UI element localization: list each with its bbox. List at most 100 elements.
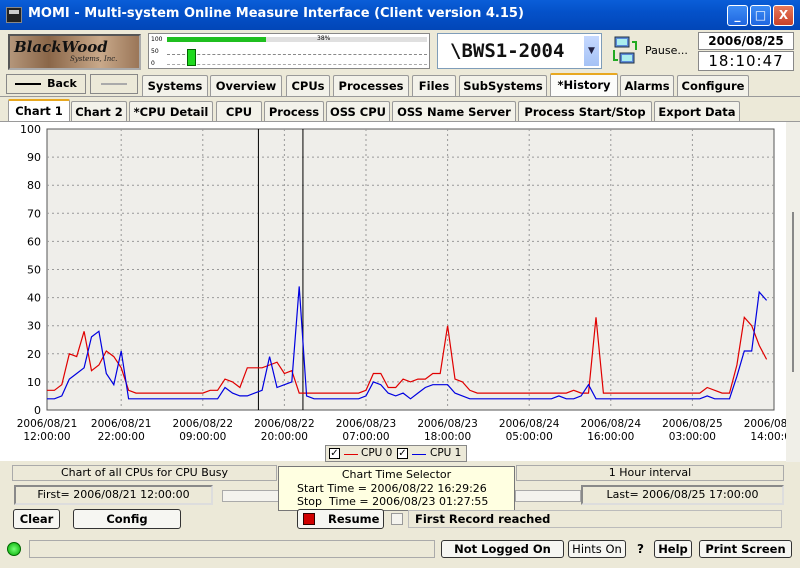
y-tick-label: 60 xyxy=(27,235,41,248)
resume-button[interactable]: Resume xyxy=(297,509,384,529)
back-label: Back xyxy=(47,77,77,90)
x-tick-label-time: 09:00:00 xyxy=(179,431,226,443)
gauge-tick-0: 0 xyxy=(151,60,155,67)
y-tick-label: 0 xyxy=(34,404,41,417)
gauge-cpu-bar xyxy=(187,49,196,66)
config-button[interactable]: Config xyxy=(73,509,181,529)
y-tick-label: 30 xyxy=(27,320,41,333)
subtab-cpu-detail[interactable]: *CPU Detail xyxy=(129,101,213,122)
first-record-checkbox[interactable] xyxy=(391,513,403,525)
x-tick-label-time: 22:00:00 xyxy=(98,431,145,443)
maximize-button[interactable]: □ xyxy=(750,5,771,26)
cpu1-checkbox[interactable]: ✓ xyxy=(397,448,408,459)
print-screen-button[interactable]: Print Screen xyxy=(699,540,792,558)
logo-name: BlackWood xyxy=(14,38,108,56)
hints-on-button[interactable]: Hints On xyxy=(568,540,626,558)
app-icon xyxy=(6,7,22,23)
x-tick-label-time: 14:00:00 xyxy=(750,431,786,443)
cpu-busy-chart[interactable]: 0102030405060708090100 2006/08/2112:00:0… xyxy=(0,121,786,461)
chart-time-selector-tooltip: Chart Time Selector Start Time = 2006/08… xyxy=(278,466,515,511)
computers-icon[interactable] xyxy=(612,36,638,66)
not-logged-on-button[interactable]: Not Logged On xyxy=(441,540,564,558)
y-tick-label: 80 xyxy=(27,179,41,192)
tab-overview[interactable]: Overview xyxy=(210,75,282,96)
question-icon[interactable]: ? xyxy=(637,542,644,556)
cpu0-legend-label: CPU 0 xyxy=(361,447,393,459)
status-bar: Not Logged On Hints On ? Help Print Scre… xyxy=(0,538,800,568)
y-tick-label: 50 xyxy=(27,264,41,277)
x-tick-label-date: 2006/08/21 xyxy=(17,418,78,430)
tab-alarms[interactable]: Alarms xyxy=(620,75,674,96)
last-record-time: Last= 2006/08/25 17:00:00 xyxy=(581,485,784,505)
gauge-tick-100: 100 xyxy=(151,36,163,43)
forward-arrow-icon xyxy=(101,83,127,85)
title-bar[interactable]: MOMI - Multi-system Online Measure Inter… xyxy=(0,0,800,30)
tooltip-stop-time: Stop Time = 2006/08/23 01:27:55 xyxy=(297,495,489,508)
current-date: 2006/08/25 xyxy=(698,32,794,50)
system-selector[interactable]: \BWS1-2004 ▼ xyxy=(437,33,602,69)
x-tick-label-date: 2006/08/22 xyxy=(254,418,315,430)
tooltip-title: Chart Time Selector xyxy=(341,468,452,481)
chevron-down-icon[interactable]: ▼ xyxy=(583,35,600,67)
clear-button[interactable]: Clear xyxy=(13,509,60,529)
subtab-oss-name-server[interactable]: OSS Name Server xyxy=(392,101,516,122)
close-button[interactable]: X xyxy=(773,5,794,26)
current-time: 18:10:47 xyxy=(698,51,794,71)
y-tick-label: 70 xyxy=(27,207,41,220)
tooltip-start-time: Start Time = 2006/08/22 16:29:26 xyxy=(297,482,487,495)
gauge-baseline xyxy=(167,64,427,65)
cpu1-legend-swatch xyxy=(412,454,426,455)
tab-systems[interactable]: Systems xyxy=(142,75,208,96)
x-tick-label-time: 20:00:00 xyxy=(261,431,308,443)
subtab-chart-2[interactable]: Chart 2 xyxy=(71,101,127,122)
x-tick-label-time: 03:00:00 xyxy=(669,431,716,443)
company-logo: BlackWood Systems, Inc. xyxy=(8,34,141,70)
gauge-tick-50: 50 xyxy=(151,48,159,55)
y-tick-label: 10 xyxy=(27,376,41,389)
cpu0-checkbox[interactable]: ✓ xyxy=(329,448,340,459)
chart-legend: ✓ CPU 0 ✓ CPU 1 xyxy=(325,445,467,462)
x-tick-label-date: 2006/08/21 xyxy=(91,418,152,430)
x-tick-label-time: 16:00:00 xyxy=(587,431,634,443)
subtab-export-data[interactable]: Export Data xyxy=(654,101,740,122)
first-record-time: First= 2006/08/21 12:00:00 xyxy=(14,485,213,505)
status-message-field xyxy=(29,540,435,558)
resume-label: Resume xyxy=(328,512,380,526)
y-tick-label: 90 xyxy=(27,151,41,164)
subtab-chart-1[interactable]: Chart 1 xyxy=(8,99,70,123)
time-slider-track[interactable] xyxy=(222,490,280,502)
tab-configure[interactable]: Configure xyxy=(677,75,749,96)
y-tick-label: 20 xyxy=(27,348,41,361)
pause-label[interactable]: Pause... xyxy=(645,44,688,57)
x-tick-label-date: 2006/08/25 xyxy=(744,418,786,430)
chart-description: Chart of all CPUs for CPU Busy xyxy=(12,465,277,481)
x-tick-label-date: 2006/08/25 xyxy=(662,418,723,430)
subtab-cpu[interactable]: CPU xyxy=(216,101,262,122)
cpu0-legend-swatch xyxy=(344,454,358,455)
system-name: \BWS1-2004 xyxy=(450,40,565,62)
gauge-percent-label: 38% xyxy=(317,35,331,42)
tab-history[interactable]: *History xyxy=(550,73,618,97)
subtab-process-start-stop[interactable]: Process Start/Stop xyxy=(518,101,652,122)
x-tick-label-time: 12:00:00 xyxy=(23,431,70,443)
y-tick-label: 100 xyxy=(20,123,41,136)
tab-subsystems[interactable]: SubSystems xyxy=(459,75,547,96)
connection-status-icon xyxy=(7,542,21,556)
tab-processes[interactable]: Processes xyxy=(333,75,409,96)
x-tick-label-date: 2006/08/23 xyxy=(417,418,478,430)
first-record-status: First Record reached xyxy=(408,510,782,528)
tab-cpus[interactable]: CPUs xyxy=(286,75,330,96)
x-tick-label-date: 2006/08/24 xyxy=(581,418,642,430)
chart-vertical-scrollbar[interactable] xyxy=(786,122,800,462)
time-slider-track-right[interactable] xyxy=(515,490,581,502)
tab-files[interactable]: Files xyxy=(412,75,456,96)
stop-icon xyxy=(303,513,315,525)
forward-button[interactable] xyxy=(90,74,138,94)
subtab-process[interactable]: Process xyxy=(264,101,324,122)
x-tick-label-date: 2006/08/24 xyxy=(499,418,560,430)
minimize-button[interactable]: _ xyxy=(727,5,748,26)
back-button[interactable]: Back xyxy=(6,74,86,94)
cpu1-legend-label: CPU 1 xyxy=(430,447,462,459)
help-button[interactable]: Help xyxy=(654,540,692,558)
subtab-oss-cpu[interactable]: OSS CPU xyxy=(326,101,390,122)
